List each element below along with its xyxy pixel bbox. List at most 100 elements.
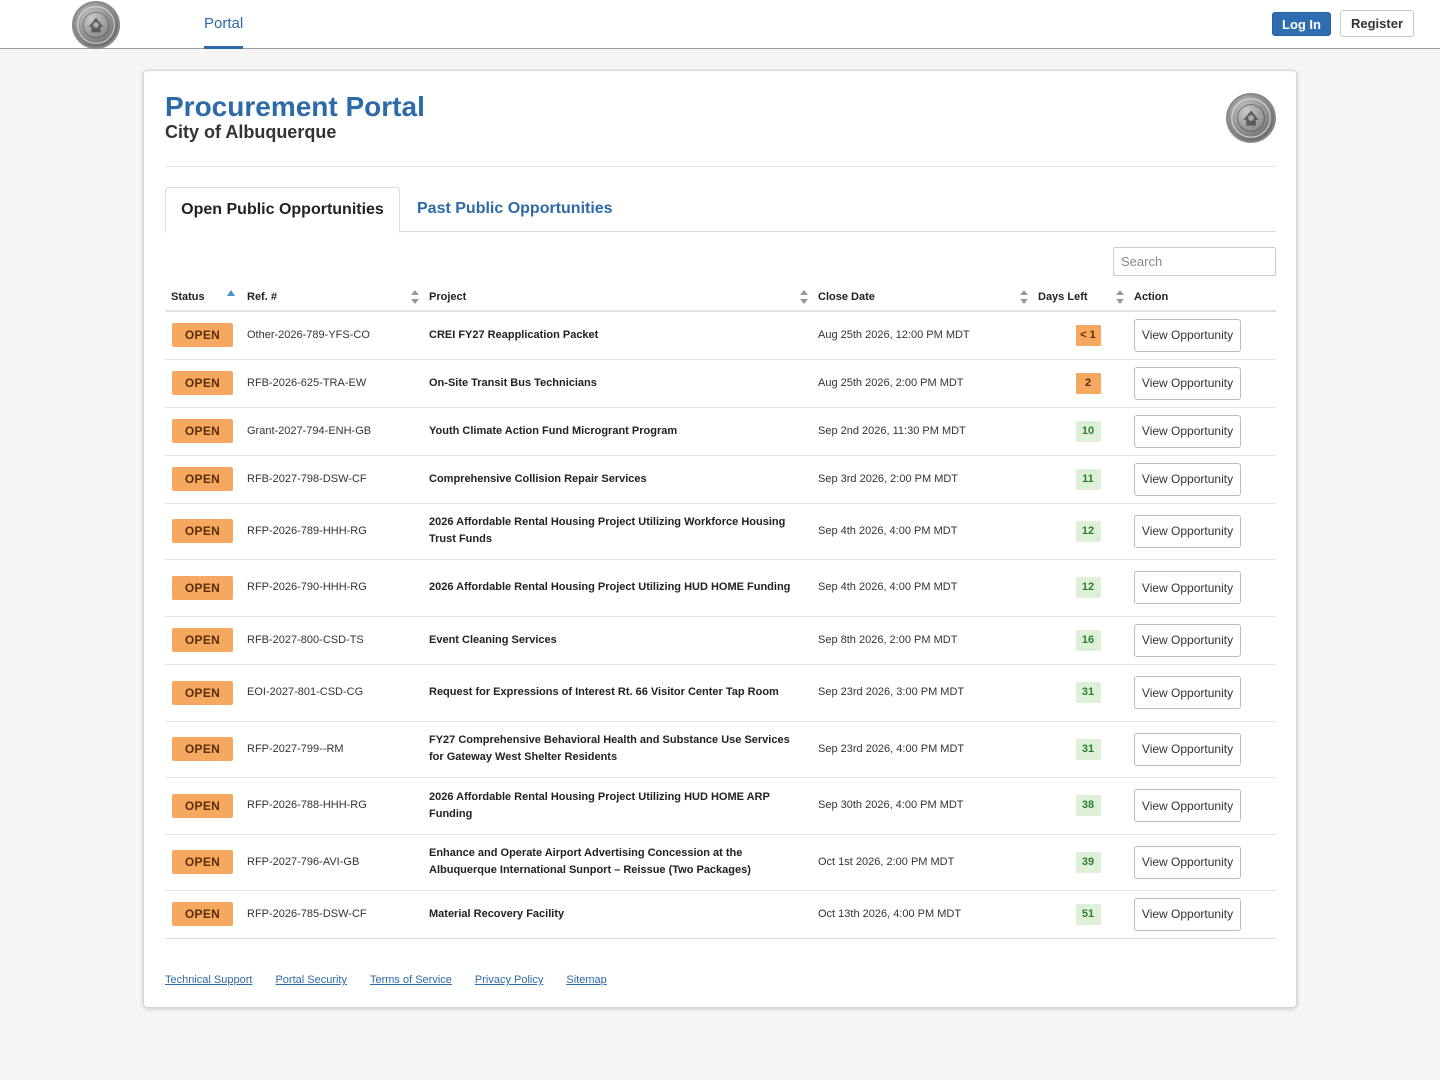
table-row: OPEN RFP-2026-788-HHH-RG 2026 Affordable R… [165,777,1276,834]
view-opportunity-button[interactable]: View Opportunity [1134,732,1241,766]
login-button[interactable]: Log In [1272,12,1331,36]
ref-number-cell: RFP-2026-790-HHH-RG [247,581,367,593]
sort-icon [1116,289,1124,304]
footer-link-sitemap[interactable]: Sitemap [566,974,606,986]
sort-ascending-icon [227,290,235,296]
view-opportunity-button[interactable]: View Opportunity [1134,623,1241,657]
days-left-cell: 31 [1032,721,1128,777]
view-opportunity-button[interactable]: View Opportunity [1134,789,1241,822]
status-badge: OPEN [172,575,233,600]
column-header-action: Action [1128,283,1276,312]
tab-open-opportunities[interactable]: Open Public Opportunities [165,187,400,233]
action-cell: View Opportunity [1128,407,1276,455]
view-opportunity-button[interactable]: View Opportunity [1134,676,1241,709]
register-button[interactable]: Register [1340,10,1414,37]
footer-link-technical-support[interactable]: Technical Support [165,974,252,986]
table-header-row: Status Ref. # Project Close Date Days Le… [165,283,1276,312]
days-left-badge: 12 [1075,520,1101,542]
opportunities-table: Status Ref. # Project Close Date Days Le… [165,283,1276,939]
column-header-ref[interactable]: Ref. # [241,283,423,312]
action-cell: View Opportunity [1128,721,1276,777]
status-badge: OPEN [172,467,233,491]
days-left-cell: 39 [1032,834,1128,890]
column-header-days-left[interactable]: Days Left [1032,283,1128,312]
table-row: OPEN Grant-2027-794-ENH-GB Youth Climate A… [165,407,1276,455]
view-opportunity-button[interactable]: View Opportunity [1134,514,1241,548]
status-cell: OPEN [165,664,241,721]
days-left-badge: 2 [1075,372,1101,394]
top-nav-bar: Portal Log In Register [0,0,1440,49]
table-row: OPEN Other-2026-789-YFS-CO CREI FY27 Reapp… [165,311,1276,359]
status-badge: OPEN [172,371,233,395]
status-cell: OPEN [165,311,241,359]
table-row: OPEN EOI-2027-801-CSD-CG Request for Expre… [165,664,1276,721]
column-header-close-date[interactable]: Close Date [812,283,1032,312]
column-header-project[interactable]: Project [423,283,812,312]
status-badge: OPEN [172,850,233,874]
days-left-cell: < 1 [1032,311,1128,359]
ref-number-cell: RFP-2027-799--RM [247,742,344,755]
header-divider [165,166,1276,167]
days-left-cell: 10 [1032,407,1128,455]
project-name-cell: Comprehensive Collision Repair Services [429,472,647,485]
close-date-cell: Aug 25th 2026, 12:00 PM MDT [818,328,970,341]
status-cell: OPEN [165,890,241,938]
view-opportunity-button[interactable]: View Opportunity [1134,318,1241,352]
status-cell: OPEN [165,616,241,664]
project-name-cell: Youth Climate Action Fund Microgrant Pro… [429,424,678,437]
close-date-cell: Sep 8th 2026, 2:00 PM MDT [818,633,958,646]
status-badge: OPEN [172,628,233,652]
status-cell: OPEN [165,834,241,890]
project-name-cell: Material Recovery Facility [429,907,565,920]
days-left-badge: 12 [1075,577,1101,598]
days-left-cell: 16 [1032,616,1128,664]
ref-number-cell: RFP-2026-789-HHH-RG [247,524,367,537]
city-seal-logo[interactable] [72,1,120,49]
close-date-cell: Sep 4th 2026, 4:00 PM MDT [818,581,958,593]
footer-link-terms-of-service[interactable]: Terms of Service [370,974,452,986]
view-opportunity-button[interactable]: View Opportunity [1134,571,1241,604]
project-name-cell: 2026 Affordable Rental Housing Project U… [429,581,791,593]
action-cell: View Opportunity [1128,890,1276,938]
project-name-cell: On-Site Transit Bus Technicians [429,376,597,389]
close-date-cell: Oct 13th 2026, 4:00 PM MDT [818,907,962,920]
ref-number-cell: RFB-2026-625-TRA-EW [247,376,367,389]
nav-portal-link[interactable]: Portal [204,0,244,49]
status-cell: OPEN [165,721,241,777]
action-cell: View Opportunity [1128,834,1276,890]
status-badge: OPEN [172,519,233,543]
action-cell: View Opportunity [1128,616,1276,664]
status-badge: OPEN [172,793,233,818]
days-left-badge: 31 [1075,682,1101,703]
status-badge: OPEN [172,902,233,926]
project-name-cell: 2026 Affordable Rental Housing Project U… [429,790,770,820]
days-left-badge: 51 [1075,903,1101,925]
days-left-cell: 12 [1032,559,1128,616]
sort-icon [411,289,419,304]
status-badge: OPEN [172,680,233,705]
ref-number-cell: RFB-2027-800-CSD-TS [247,633,364,646]
view-opportunity-button[interactable]: View Opportunity [1134,897,1241,931]
sort-icon [800,289,808,304]
view-opportunity-button[interactable]: View Opportunity [1134,414,1241,448]
project-name-cell: Event Cleaning Services [429,633,557,646]
page-subtitle: City of Albuquerque [165,122,337,142]
status-cell: OPEN [165,559,241,616]
close-date-cell: Aug 25th 2026, 2:00 PM MDT [818,376,964,389]
status-badge: OPEN [172,419,233,443]
close-date-cell: Sep 23rd 2026, 4:00 PM MDT [818,742,965,755]
table-row: OPEN RFP-2026-790-HHH-RG 2026 Affordable R… [165,559,1276,616]
view-opportunity-button[interactable]: View Opportunity [1134,845,1241,879]
view-opportunity-button[interactable]: View Opportunity [1134,366,1241,400]
tab-past-opportunities[interactable]: Past Public Opportunities [417,187,613,231]
view-opportunity-button[interactable]: View Opportunity [1134,462,1241,496]
column-header-status[interactable]: Status [165,283,241,312]
table-row: OPEN RFP-2027-796-AVI-GB Enhance and Opera… [165,834,1276,890]
status-badge: OPEN [172,323,233,348]
footer-link-portal-security[interactable]: Portal Security [275,974,347,986]
search-input[interactable] [1113,247,1276,276]
close-date-cell: Sep 4th 2026, 4:00 PM MDT [818,524,958,537]
main-card: Procurement Portal City of Albuquerque O… [143,70,1297,1008]
days-left-cell: 31 [1032,664,1128,721]
footer-link-privacy-policy[interactable]: Privacy Policy [475,974,543,986]
